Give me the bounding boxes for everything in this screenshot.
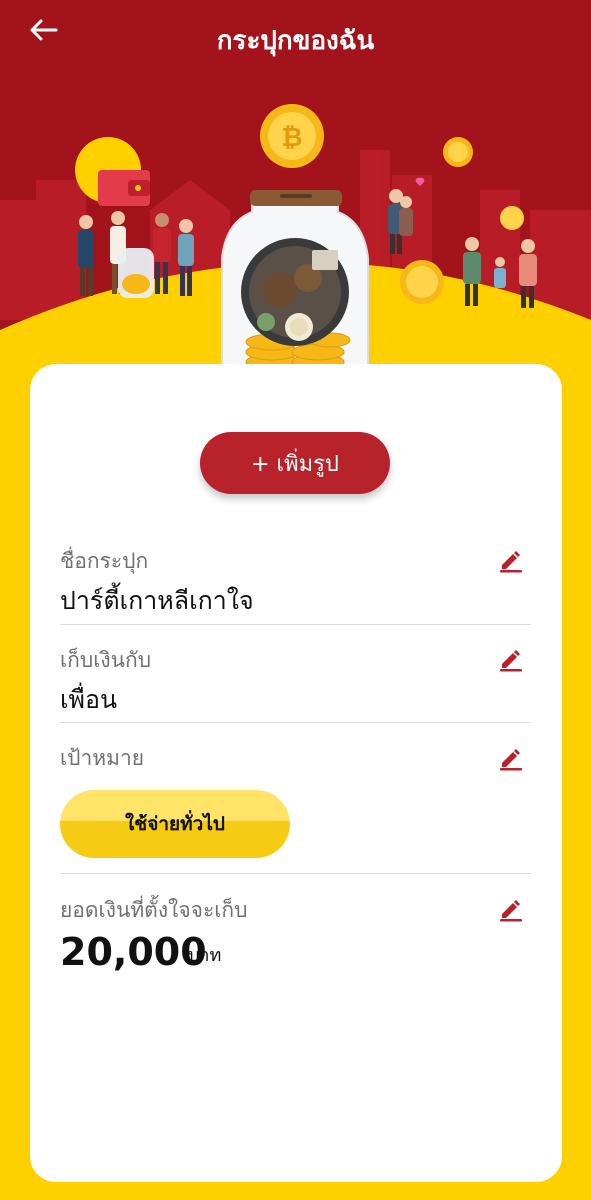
goal-category-chip[interactable]: ใช้จ่ายทั่วไป <box>60 790 290 858</box>
add-photo-button[interactable]: + เพิ่มรูป <box>200 432 390 494</box>
savings-jar-illustration <box>221 190 369 393</box>
page-title: กระปุกของฉัน <box>216 26 375 56</box>
edit-jar-name-icon[interactable] <box>498 547 524 573</box>
currency-unit: บาท <box>188 945 222 966</box>
save-with-value: เพื่อน <box>60 685 118 714</box>
wallet-icon <box>98 170 150 206</box>
app-header: กระปุกของฉัน <box>0 0 591 80</box>
jar-name-value: ปาร์ตี้เกาหลีเกาใจ <box>60 586 254 615</box>
divider <box>60 873 531 874</box>
divider <box>60 722 531 723</box>
edit-save-with-icon[interactable] <box>498 646 524 672</box>
target-amount-label: ยอดเงินที่ตั้งใจจะเก็บ <box>60 898 248 922</box>
goal-label: เป้าหมาย <box>60 746 145 770</box>
jar-name-label: ชื่อกระปุก <box>60 549 149 573</box>
edit-goal-icon[interactable] <box>498 745 524 771</box>
coin-icon: ₿ <box>260 104 324 168</box>
divider <box>60 624 531 625</box>
save-with-label: เก็บเงินกับ <box>60 648 152 672</box>
svg-text:₿: ₿ <box>281 123 302 153</box>
edit-target-amount-icon[interactable] <box>498 896 524 922</box>
target-amount-value: 20,000 <box>60 930 207 974</box>
